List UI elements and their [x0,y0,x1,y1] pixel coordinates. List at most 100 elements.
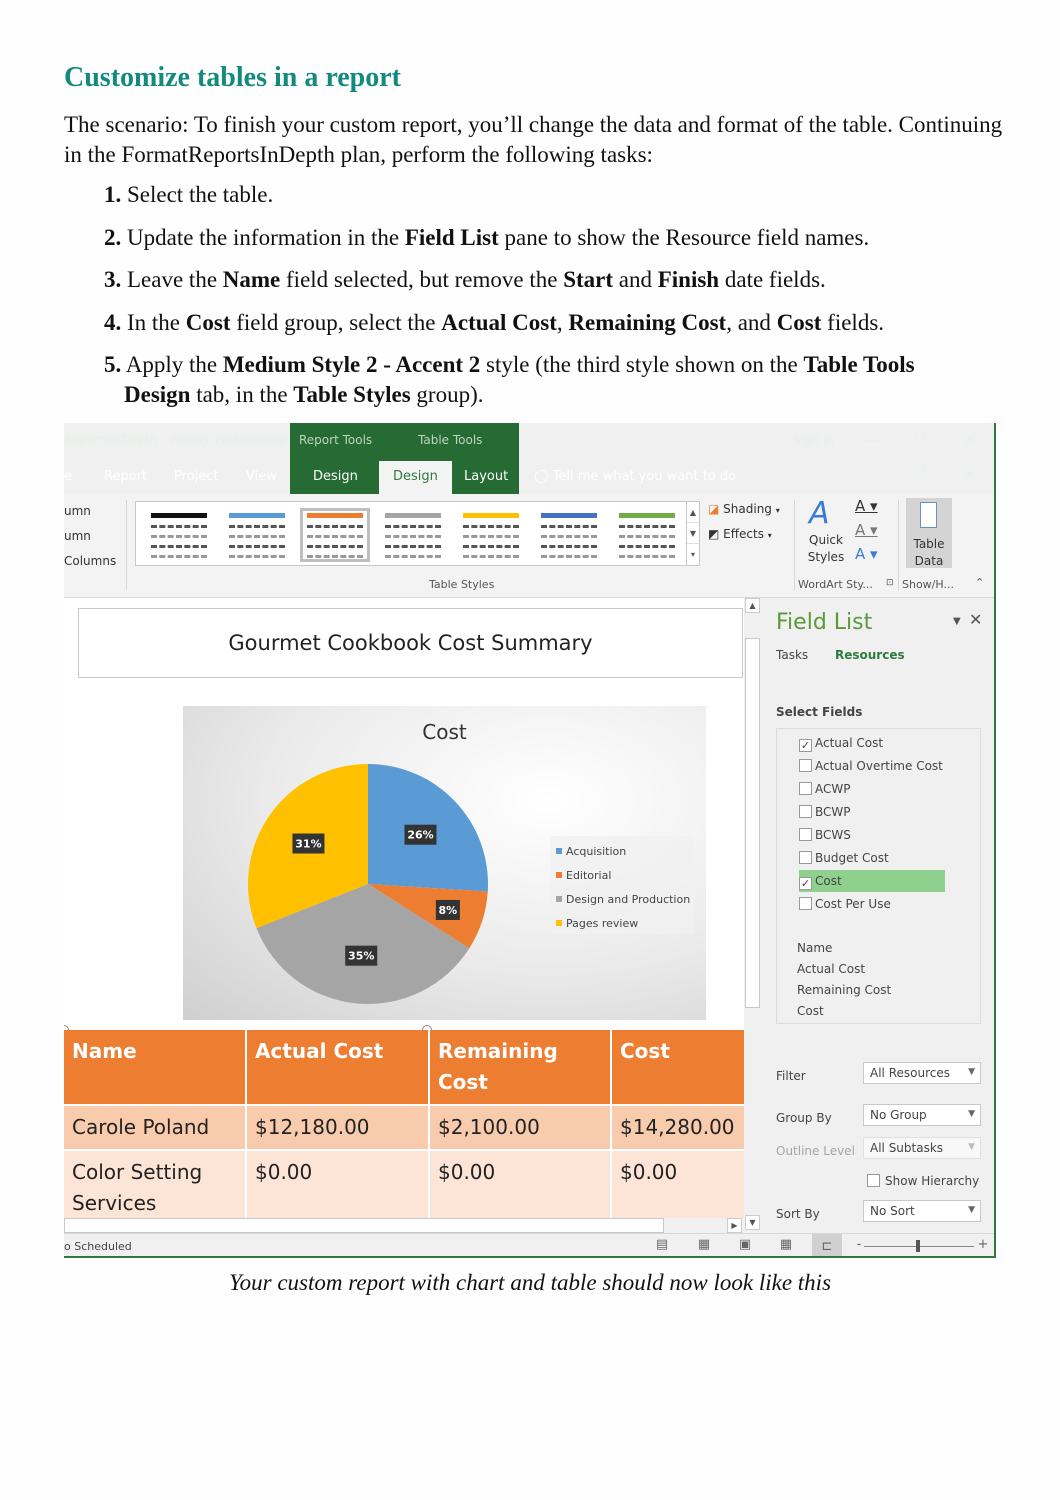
table-style-option[interactable] [300,508,370,562]
data-label: 35% [345,945,378,966]
style-preview-row [151,535,207,540]
table-style-option[interactable] [534,508,604,562]
tab-report[interactable]: Report [104,469,147,484]
table-style-option[interactable] [456,508,526,562]
style-option-1[interactable]: umn [64,504,91,518]
selected-field[interactable]: Actual Cost [797,962,865,976]
team-planner-icon[interactable]: ▣ [737,1238,753,1252]
project-window: ReportsInDepth - Project Professional Re… [64,423,996,1258]
style-preview-row [385,513,441,520]
field-label: BCWS [815,828,851,842]
title-bar: ReportsInDepth - Project Professional Re… [64,423,994,458]
bold-term: Finish [657,267,720,292]
selected-field[interactable]: Cost [797,1004,824,1018]
horizontal-scrollbar[interactable]: ▶ [64,1218,744,1234]
tab-table-layout[interactable]: Layout [464,469,508,484]
collapse-ribbon-icon[interactable]: ⌃ [975,576,984,589]
scroll-down-button[interactable]: ▼ [745,1215,760,1230]
gallery-up-button[interactable]: ▲ [687,502,699,523]
field-checkbox-item[interactable]: ✓ Actual Cost [799,732,945,754]
sort-by-label: Sort By [776,1207,820,1221]
field-checkbox-item[interactable]: ACWP [799,778,945,800]
cell-actual-cost: $12,180.00 [246,1104,430,1150]
field-checkbox-item[interactable]: BCWP [799,801,945,823]
scroll-right-button[interactable]: ▶ [727,1218,742,1233]
bold-term: Actual Cost [441,309,557,335]
filter-dropdown[interactable]: All Resources ▼ [863,1062,981,1084]
selected-field[interactable]: Name [797,941,832,955]
sign-in-link[interactable]: Sign in [793,433,834,447]
style-option-2[interactable]: umn [64,529,91,543]
cost-pie-chart[interactable]: Cost 26% 8% 35% 31% Acquisition Editorial Des… [183,706,706,1020]
zoom-out-button[interactable]: - [851,1238,867,1252]
checkbox-checked-icon: ✓ [799,877,812,890]
table-style-option[interactable] [222,508,292,562]
text-effects-icon[interactable]: A ▾ [855,545,878,563]
table-style-option[interactable] [378,508,448,562]
report-title-box[interactable]: Gourmet Cookbook Cost Summary [78,608,743,678]
effects-button[interactable]: ◩ Effects ▾ [708,527,772,541]
zoom-slider-thumb[interactable] [916,1240,920,1252]
group-by-dropdown[interactable]: No Group ▼ [863,1104,981,1126]
task-step: 3. Leave the Name field selected, but re… [104,265,984,295]
gallery-more-button[interactable]: ▾ [687,544,699,565]
gantt-view-icon[interactable]: ▤ [654,1238,670,1252]
tab-view[interactable]: View [246,469,277,484]
quick-styles-button[interactable]: Quick Styles [806,532,846,566]
shading-button[interactable]: ◪ Shading ▾ [708,502,780,516]
figure-caption: Your custom report with chart and table … [228,1270,832,1295]
doc-close-button[interactable]: ✕ [963,465,976,484]
field-checkbox-item[interactable]: Budget Cost [799,847,945,869]
data-label: 8% [435,899,460,920]
tab-report-design[interactable]: Design [313,469,358,484]
step-text: date fields. [719,267,826,292]
divider [794,500,795,590]
doc-restore-button[interactable]: ❐ [914,465,927,481]
sort-by-dropdown[interactable]: No Sort ▼ [863,1200,981,1222]
cost-table[interactable]: Name Actual Cost Remaining Cost Cost Car… [64,1030,744,1225]
field-checkbox-item[interactable]: Cost Per Use [799,893,945,915]
table-style-option[interactable] [612,508,682,562]
divider [898,500,899,590]
resource-sheet-icon[interactable]: ▦ [778,1238,794,1252]
gallery-down-button[interactable]: ▼ [687,523,699,544]
restore-button[interactable]: ❐ [914,430,927,446]
wordart-launcher-icon[interactable]: ⊡ [886,578,894,588]
selected-field[interactable]: Remaining Cost [797,983,891,997]
minimize-button[interactable]: — [864,430,880,449]
task-usage-icon[interactable]: ▦ [696,1238,712,1252]
field-checkbox-item[interactable]: BCWS [799,824,945,846]
text-fill-icon[interactable]: A ▾ [855,497,878,515]
reports-view-icon[interactable]: ⊏ [812,1234,842,1256]
data-label-text: 26% [407,829,433,842]
scroll-up-button[interactable]: ▲ [745,598,760,613]
task-step: 2. Update the information in the Field L… [104,223,984,253]
pane-menu-icon[interactable]: ▼ [953,616,961,627]
text-outline-icon[interactable]: A ▾ [855,521,878,539]
style-preview-row [463,545,519,550]
style-option-3[interactable]: Columns [64,554,116,568]
table-data-button[interactable]: Table Data [906,498,952,568]
style-preview-row [541,545,597,550]
show-hierarchy-checkbox[interactable]: Show Hierarchy [867,1174,979,1188]
table-style-option[interactable] [144,508,214,562]
tab-table-design[interactable]: Design [379,461,452,494]
tab-tasks[interactable]: Tasks [776,648,808,662]
table-data-icon [920,502,937,528]
tab-file-partial[interactable]: e [64,469,72,484]
field-checkbox-item[interactable]: Actual Overtime Cost [799,755,945,777]
close-button[interactable]: ✕ [963,430,976,449]
step-text: fields. [821,309,885,335]
scroll-thumb[interactable] [745,638,760,1008]
vertical-scrollbar[interactable]: ▲ ▼ [744,598,761,1233]
tab-resources[interactable]: Resources [835,648,905,662]
pane-close-icon[interactable]: ✕ [969,610,982,629]
tab-project[interactable]: Project [174,469,218,484]
zoom-in-button[interactable]: + [975,1238,991,1252]
field-checkbox-item[interactable]: ✓ Cost [799,870,945,892]
style-preview-row [307,535,363,540]
report-canvas: Gourmet Cookbook Cost Summary Cost 26% 8%… [64,598,744,1228]
hscroll-thumb[interactable] [64,1218,664,1233]
tell-me-box[interactable]: ◯ Tell me what you want to do [534,469,736,484]
header-actual-cost: Actual Cost [246,1030,430,1105]
